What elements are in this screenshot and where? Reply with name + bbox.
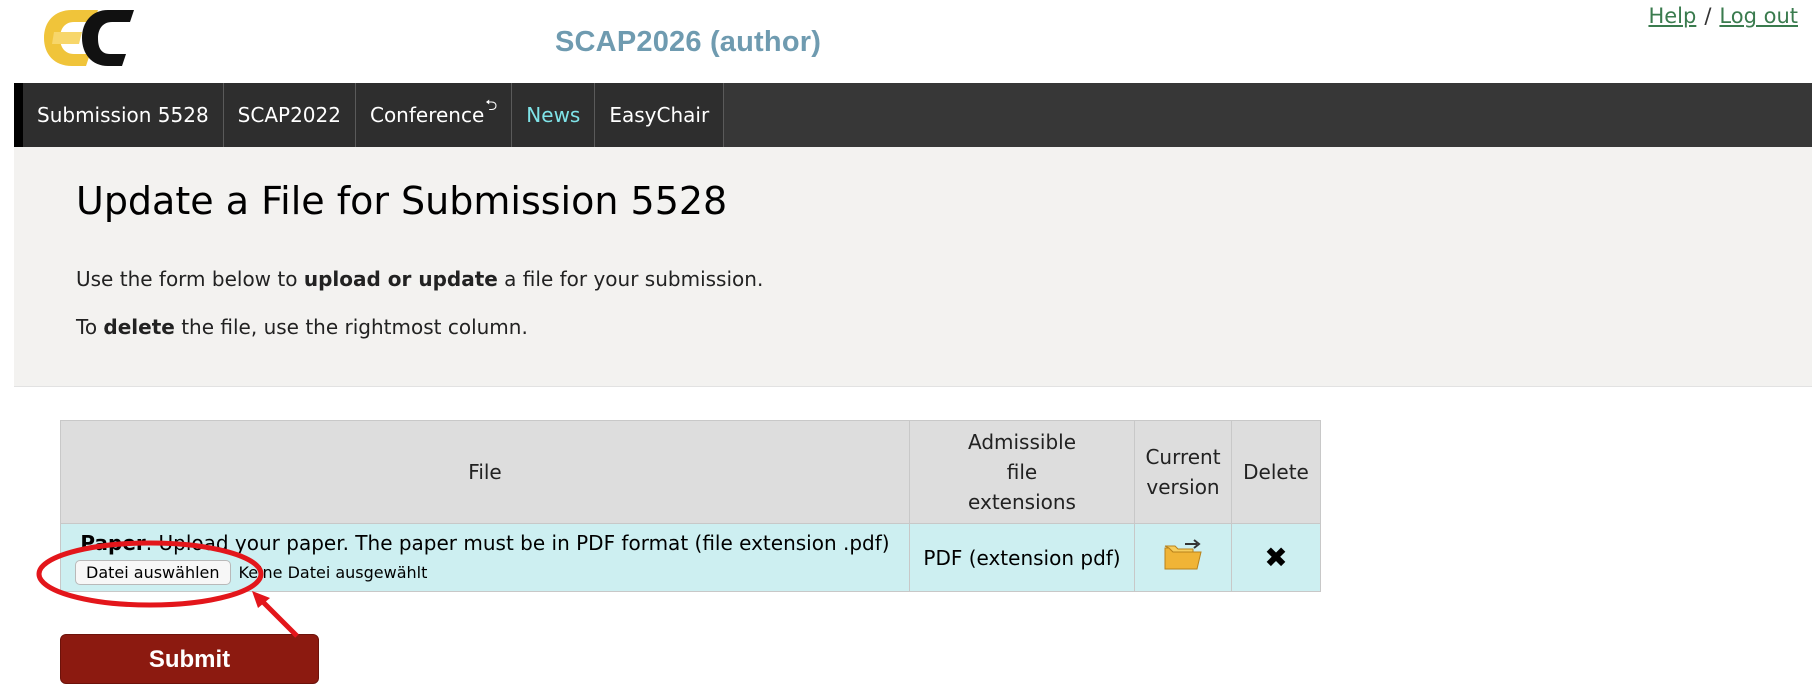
instruction-upload-suffix: a file for your submission. xyxy=(497,267,764,291)
file-input: Datei auswählen Keine Datei ausgewählt xyxy=(69,560,901,585)
delete-cell: ✖ xyxy=(1231,523,1321,592)
current-version-cell xyxy=(1134,523,1232,592)
submit-button[interactable]: Submit xyxy=(60,634,319,684)
instruction-delete-prefix: To xyxy=(76,315,104,339)
conference-title: SCAP2026 (author) xyxy=(555,26,822,58)
instruction-upload: Use the form below to upload or update a… xyxy=(76,267,763,291)
file-name: Paper xyxy=(80,531,146,555)
header-extensions: Admissible file extensions xyxy=(909,420,1135,524)
tab-easychair-label: EasyChair xyxy=(609,103,710,127)
info-panel: Update a File for Submission 5528 Use th… xyxy=(14,147,1812,387)
file-description: Paper. Upload your paper. The paper must… xyxy=(69,530,901,556)
help-link[interactable]: Help xyxy=(1648,4,1696,28)
extensions-cell: PDF (extension pdf) xyxy=(909,523,1135,592)
header-ext-line2: file xyxy=(1006,460,1038,484)
logout-link[interactable]: Log out xyxy=(1719,4,1798,28)
page-title: Update a File for Submission 5528 xyxy=(76,179,728,223)
instruction-delete-suffix: the file, use the rightmost column. xyxy=(174,315,528,339)
header-ext-line3: extensions xyxy=(968,490,1076,514)
tab-easychair[interactable]: EasyChair xyxy=(595,83,725,147)
tab-scap2022-label: SCAP2022 xyxy=(237,103,341,127)
table-row: Paper. Upload your paper. The paper must… xyxy=(60,523,1321,592)
header-delete: Delete xyxy=(1231,420,1321,524)
tab-conference-label: Conference xyxy=(369,103,485,127)
main-navbar: Submission 5528 SCAP2022 Conference ⮌ New… xyxy=(14,83,1812,147)
table-header-row: File Admissible file extensions Current … xyxy=(60,420,1321,524)
header-file: File xyxy=(60,420,910,524)
header-current-line1: Current xyxy=(1145,445,1221,469)
return-icon: ⮌ xyxy=(485,95,498,114)
folder-icon[interactable] xyxy=(1163,538,1203,572)
top-links: Help / Log out xyxy=(1648,4,1798,28)
instruction-delete-bold: delete xyxy=(103,315,175,339)
files-table: File Admissible file extensions Current … xyxy=(60,420,1321,592)
annotation-arrow-line xyxy=(256,595,299,638)
tab-news-label: News xyxy=(526,103,581,127)
instruction-upload-prefix: Use the form below to xyxy=(76,267,304,291)
file-cell: Paper. Upload your paper. The paper must… xyxy=(60,523,910,592)
header-current-version: Current version xyxy=(1134,420,1232,524)
header-current-line2: version xyxy=(1146,475,1220,499)
tab-submission-label: Submission 5528 xyxy=(37,103,209,127)
link-separator: / xyxy=(1704,4,1712,28)
file-desc-text: . Upload your paper. The paper must be i… xyxy=(145,531,890,555)
tab-scap2022[interactable]: SCAP2022 xyxy=(223,83,356,147)
close-icon[interactable]: ✖ xyxy=(1264,541,1287,574)
instruction-delete: To delete the file, use the rightmost co… xyxy=(76,315,528,339)
choose-file-button[interactable]: Datei auswählen xyxy=(75,560,231,585)
header-ext-line1: Admissible xyxy=(967,430,1077,454)
easychair-logo xyxy=(44,10,134,66)
no-file-label: Keine Datei ausgewählt xyxy=(238,563,428,582)
instruction-upload-bold: upload or update xyxy=(303,267,498,291)
tab-submission[interactable]: Submission 5528 xyxy=(23,83,224,147)
tab-conference[interactable]: Conference ⮌ xyxy=(355,83,513,147)
annotation-arrowhead xyxy=(252,591,270,608)
tab-news[interactable]: News xyxy=(512,83,596,147)
